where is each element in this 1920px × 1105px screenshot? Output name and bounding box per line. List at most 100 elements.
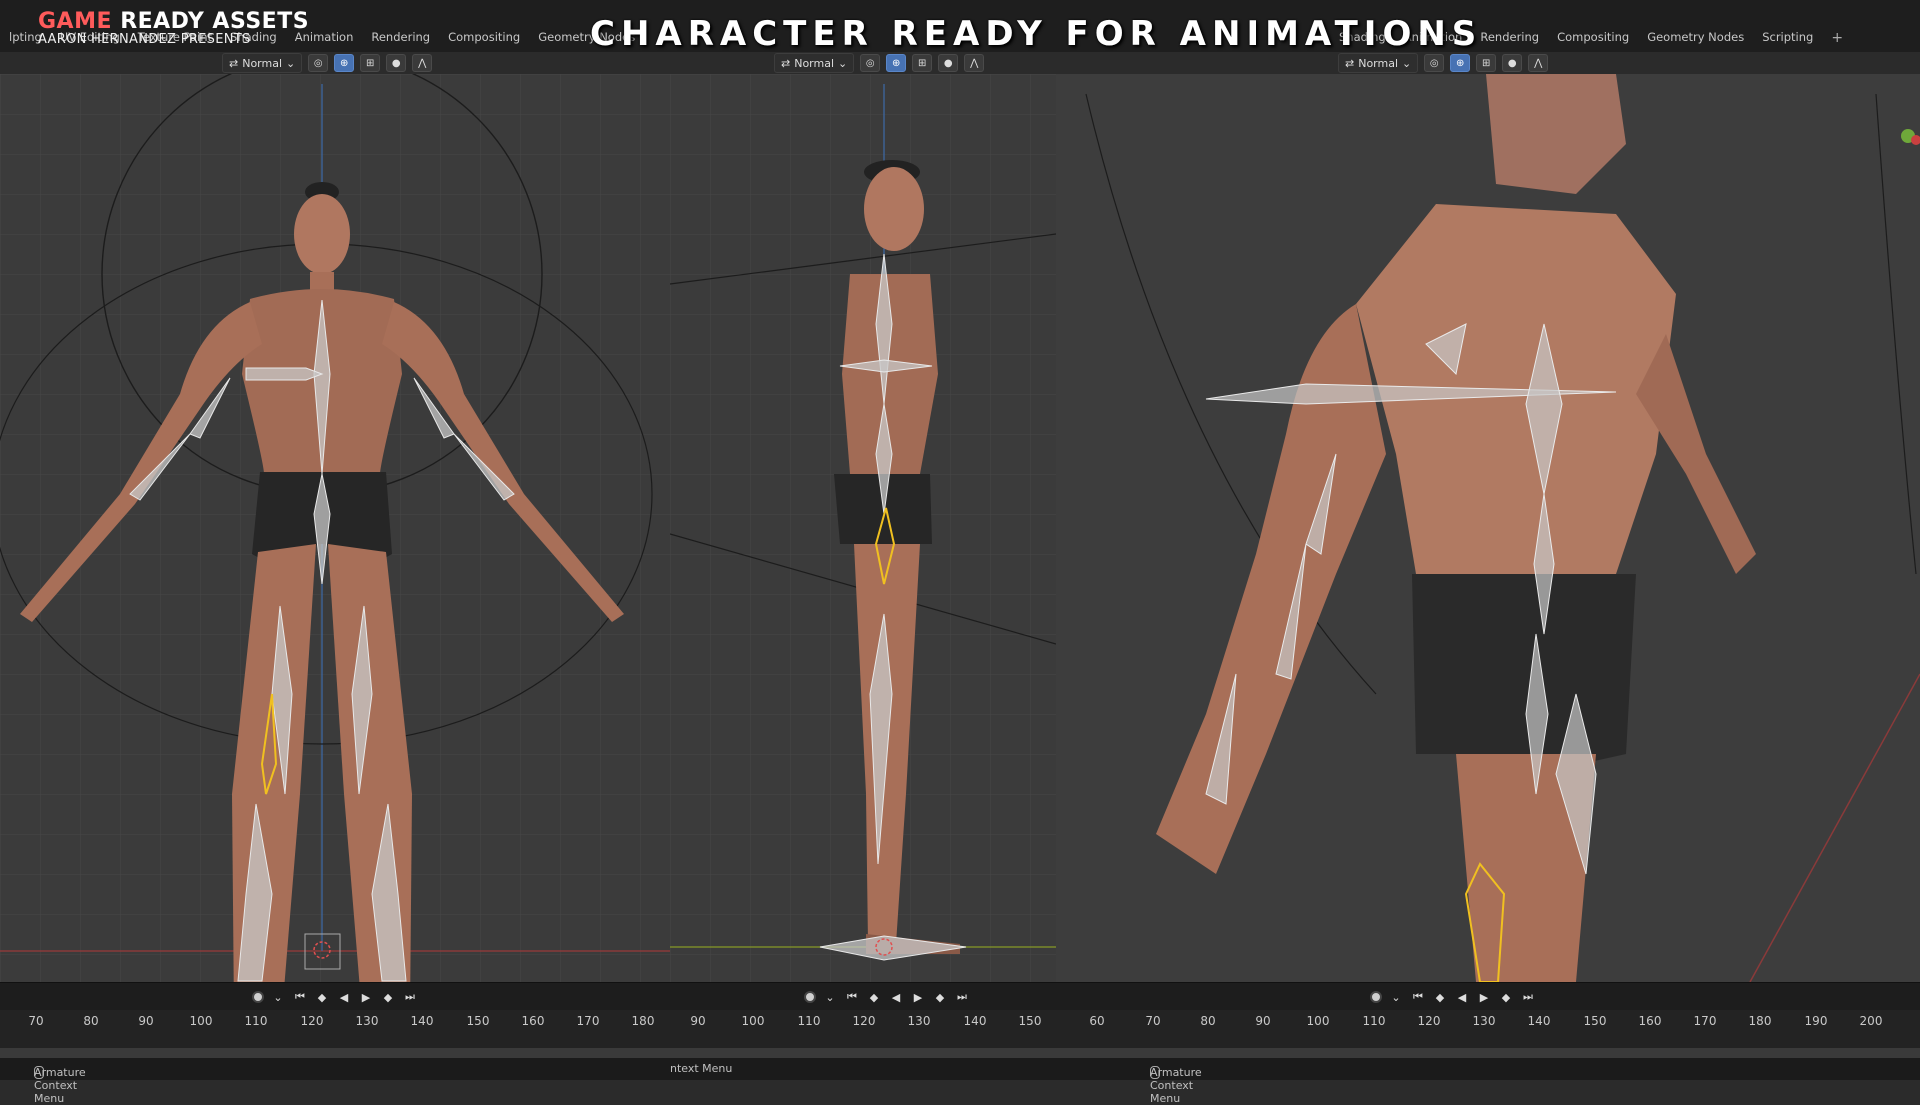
snap-target-icon[interactable]: ⊞ [1476,54,1497,72]
chevron-down-icon[interactable]: ⌄ [822,989,838,1005]
falloff-icon[interactable]: ⋀ [412,54,433,72]
prev-keyframe-icon[interactable]: ◆ [314,989,330,1005]
play-icon[interactable]: ▶ [358,989,374,1005]
chevron-down-icon: ⌄ [838,56,848,70]
snap-icon[interactable]: ⊕ [1450,54,1471,72]
proportional-edit-icon[interactable]: ● [386,54,407,72]
brand-subtitle: AARON HERNANDEZ PRESENTS [38,32,251,48]
frame-tick: 180 [631,1014,655,1028]
next-keyframe-icon[interactable]: ◆ [380,989,396,1005]
proportional-edit-icon[interactable]: ● [938,54,959,72]
viewport-toolbar-side: ⇄ Normal ⌄ ◎ ⊕ ⊞ ● ⋀ [774,52,985,74]
jump-start-icon[interactable]: ⏮ [1410,989,1426,1005]
frame-tick: 60 [1089,1014,1105,1028]
brand-logo: GAME READY ASSETS AARON HERNANDEZ PRESEN… [38,10,309,47]
play-reverse-icon[interactable]: ◀ [1454,989,1470,1005]
snap-target-icon[interactable]: ⊞ [360,54,381,72]
tab-geometry-nodes-right[interactable]: Geometry Nodes [1638,30,1753,46]
chevron-down-icon[interactable]: ⌄ [1388,989,1404,1005]
frame-tick: 100 [189,1014,213,1028]
transform-orientation-icon: ⇄ [1345,56,1355,70]
transform-orientation-icon: ⇄ [781,56,791,70]
tab-rendering[interactable]: Rendering [362,30,439,44]
record-icon[interactable] [804,991,816,1003]
frame-tick: 160 [1638,1014,1662,1028]
prev-keyframe-icon[interactable]: ◆ [866,989,882,1005]
viewport-side[interactable] [670,74,1056,982]
frame-tick: 140 [410,1014,434,1028]
viewport-toolbar-perspective: ⇄ Normal ⌄ ◎ ⊕ ⊞ ● ⋀ [1338,52,1549,74]
record-icon[interactable] [1370,991,1382,1003]
tab-scripting-right[interactable]: Scripting [1753,30,1822,46]
playback-controls-left: ⌄ ⏮ ◆ ◀ ▶ ◆ ⏭ [252,989,418,1005]
frame-tick: 160 [521,1014,545,1028]
status-text-left: Armature Context Menu [34,1066,86,1105]
frame-tick: 190 [1804,1014,1828,1028]
play-icon[interactable]: ▶ [1476,989,1492,1005]
record-icon[interactable] [252,991,264,1003]
jump-end-icon[interactable]: ⏭ [1520,989,1536,1005]
tab-rendering-right[interactable]: Rendering [1471,30,1548,46]
shading-mode-select[interactable]: ⇄ Normal ⌄ [774,53,855,73]
frame-tick: 110 [244,1014,268,1028]
frame-tick: 150 [466,1014,490,1028]
status-text-right: Armature Context Menu [1150,1066,1202,1105]
prev-keyframe-icon[interactable]: ◆ [1432,989,1448,1005]
pivot-icon[interactable]: ◎ [1424,54,1445,72]
frame-ruler[interactable]: 70 80 90 100 110 120 130 140 150 160 170… [0,1010,1920,1048]
frame-tick: 70 [28,1014,44,1028]
frame-tick: 140 [963,1014,987,1028]
viewport-toolbar-front: ⇄ Normal ⌄ ◎ ⊕ ⊞ ● ⋀ [222,52,433,74]
shading-mode-label: Normal [794,56,835,70]
transform-orientation-icon: ⇄ [229,56,239,70]
next-keyframe-icon[interactable]: ◆ [1498,989,1514,1005]
brand-game-word: GAME [38,9,113,34]
frame-tick: 120 [300,1014,324,1028]
playback-controls-middle: ⌄ ⏮ ◆ ◀ ▶ ◆ ⏭ [804,989,970,1005]
add-workspace-button[interactable]: + [1822,30,1852,46]
viewport-front[interactable] [0,74,670,982]
frame-tick: 180 [1748,1014,1772,1028]
frame-tick: 120 [852,1014,876,1028]
snap-target-icon[interactable]: ⊞ [912,54,933,72]
jump-start-icon[interactable]: ⏮ [292,989,308,1005]
frame-tick: 130 [355,1014,379,1028]
pivot-icon[interactable]: ◎ [860,54,881,72]
jump-end-icon[interactable]: ⏭ [402,989,418,1005]
play-reverse-icon[interactable]: ◀ [336,989,352,1005]
proportional-edit-icon[interactable]: ● [1502,54,1523,72]
jump-end-icon[interactable]: ⏭ [954,989,970,1005]
perspective-scene [1056,74,1920,982]
tab-compositing[interactable]: Compositing [439,30,529,44]
head [294,194,350,274]
brand-rest-words: READY ASSETS [120,9,310,34]
falloff-icon[interactable]: ⋀ [964,54,985,72]
frame-tick: 90 [1255,1014,1271,1028]
jump-start-icon[interactable]: ⏮ [844,989,860,1005]
frame-tick: 170 [1693,1014,1717,1028]
chevron-down-icon: ⌄ [286,56,296,70]
viewport-perspective[interactable] [1056,74,1920,982]
shading-mode-select[interactable]: ⇄ Normal ⌄ [222,53,303,73]
page-headline: CHARACTER READY FOR ANIMATIONS [590,14,1483,54]
play-icon[interactable]: ▶ [910,989,926,1005]
shading-mode-select[interactable]: ⇄ Normal ⌄ [1338,53,1419,73]
pivot-icon[interactable]: ◎ [308,54,329,72]
frame-tick: 70 [1145,1014,1161,1028]
frame-tick: 130 [1472,1014,1496,1028]
status-bar: Armature Context Menu ntext Menu Armatur… [0,1058,1920,1105]
snap-icon[interactable]: ⊕ [886,54,907,72]
brand-title: GAME READY ASSETS [38,10,309,33]
frame-tick: 100 [1306,1014,1330,1028]
shading-mode-label: Normal [1358,56,1399,70]
timeline-scrollbar[interactable] [0,1048,1920,1058]
next-keyframe-icon[interactable]: ◆ [932,989,948,1005]
snap-icon[interactable]: ⊕ [334,54,355,72]
frame-tick: 90 [690,1014,706,1028]
frame-tick: 140 [1527,1014,1551,1028]
falloff-icon[interactable]: ⋀ [1528,54,1549,72]
tab-compositing-right[interactable]: Compositing [1548,30,1638,46]
play-reverse-icon[interactable]: ◀ [888,989,904,1005]
chevron-down-icon[interactable]: ⌄ [270,989,286,1005]
frame-tick: 150 [1583,1014,1607,1028]
